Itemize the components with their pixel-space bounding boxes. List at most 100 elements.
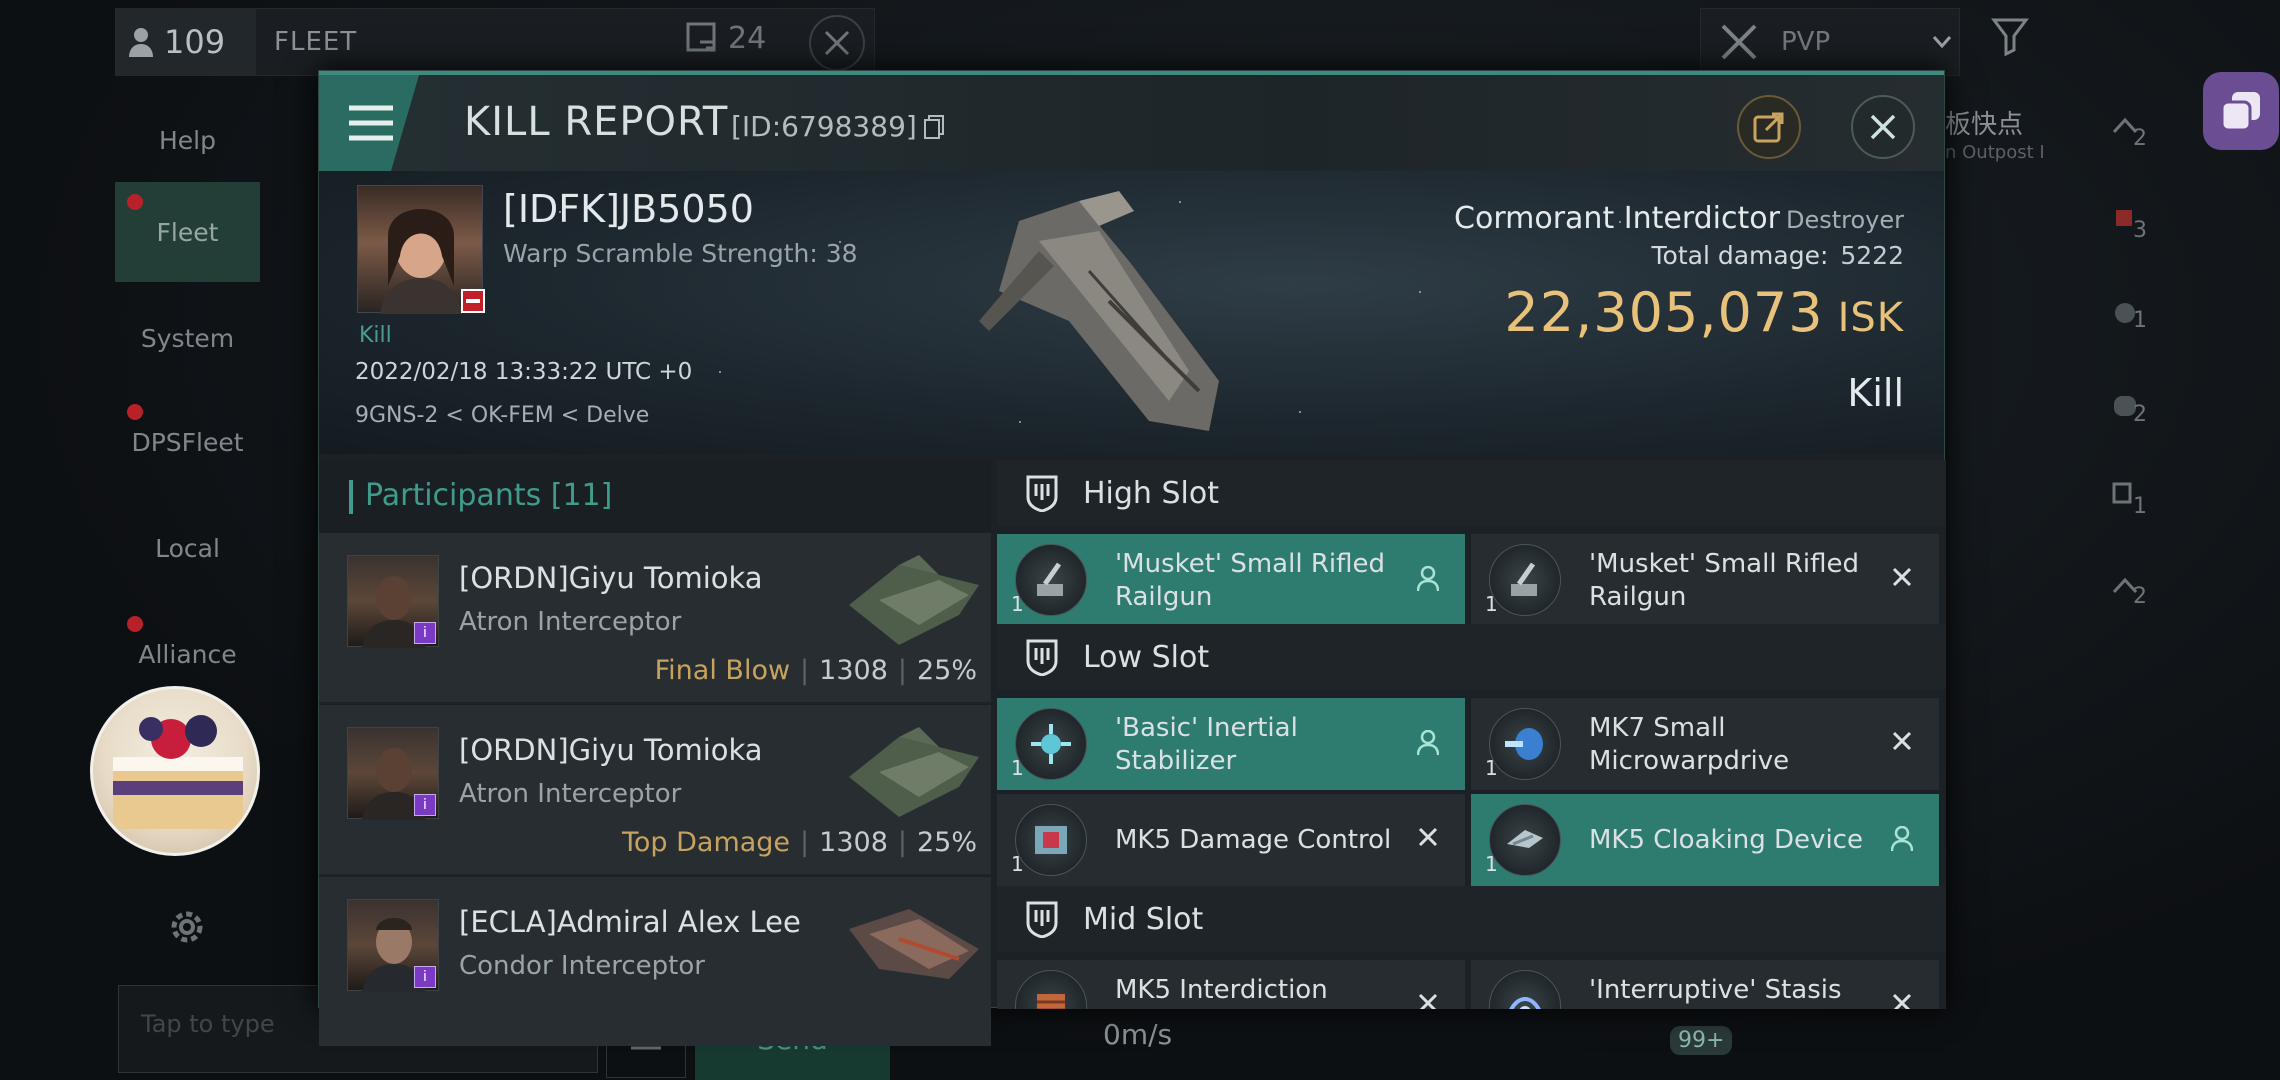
close-icon <box>1868 112 1898 142</box>
destroyed-x-icon <box>1891 566 1913 588</box>
station-shortcut-label[interactable]: 板快点 <box>1945 104 2023 141</box>
participant-stats: Top Damage | 1308 | 25% <box>621 827 977 858</box>
damage-control-icon <box>1015 804 1087 876</box>
high-slot-header: High Slot <box>997 460 1946 526</box>
participant-portrait[interactable]: i <box>347 727 439 820</box>
shield-slot-icon <box>1025 900 1059 938</box>
stasis-icon <box>1489 970 1561 1009</box>
kill-location[interactable]: 9GNS-2 < OK-FEM < Delve <box>355 403 649 428</box>
close-button[interactable] <box>1851 95 1915 159</box>
dropped-person-icon <box>1417 730 1439 756</box>
hostile-status-icon <box>461 289 485 313</box>
overview-count-3: 1 <box>2133 308 2147 333</box>
participant-row[interactable]: i [ECLA]Admiral Alex Lee Condor Intercep… <box>319 876 991 1046</box>
copy-icon[interactable] <box>923 114 945 140</box>
module-quantity: 1 <box>1485 852 1498 876</box>
message-icon <box>686 22 720 56</box>
module-item[interactable]: 1 MK5 Damage Control <box>997 794 1465 886</box>
interdiction-icon <box>1015 970 1087 1009</box>
participant-ship: Condor Interceptor <box>459 951 705 981</box>
module-name: MK5 Damage Control <box>1115 825 1392 855</box>
overview-count-1: 2 <box>2133 126 2147 151</box>
crossed-swords-icon <box>1719 22 1759 62</box>
cloaking-icon <box>1489 804 1561 876</box>
chat-close-button[interactable] <box>809 15 865 71</box>
share-button[interactable] <box>1737 95 1801 159</box>
victim-ship-name[interactable]: Cormorant Interdictor Destroyer <box>1454 201 1904 236</box>
overview-count-4: 2 <box>2133 402 2147 427</box>
participants-header: Participants [11] <box>319 460 991 532</box>
module-name: 'Basic' Inertial Stabilizer <box>1115 713 1298 776</box>
participant-row[interactable]: i [ORDN]Giyu Tomioka Atron Interceptor F… <box>319 532 991 702</box>
rank-badge-icon: i <box>414 966 436 988</box>
victim-ship-image <box>959 181 1259 454</box>
participant-ship-image <box>839 717 989 831</box>
participant-row[interactable]: i [ORDN]Giyu Tomioka Atron Interceptor T… <box>319 704 991 874</box>
module-item[interactable]: 1 'Interruptive' Stasis <box>1471 960 1939 1009</box>
module-quantity: 1 <box>1011 756 1024 780</box>
module-item[interactable]: 1 'Basic' Inertial Stabilizer <box>997 698 1465 790</box>
isk-value: 22,305,073 ISK <box>1504 281 1904 344</box>
sidebar-item-local[interactable]: Local <box>115 498 260 598</box>
member-count[interactable]: 109 <box>116 9 256 75</box>
participants-list[interactable]: Participants [11] i [ORDN]Giyu Tomioka A… <box>319 460 991 1046</box>
share-icon <box>1752 110 1786 144</box>
speed-readout: 0m/s <box>1103 1018 1173 1051</box>
dropped-person-icon <box>1417 566 1439 592</box>
participant-portrait[interactable]: i <box>347 899 439 992</box>
module-item[interactable]: 1 'Musket' Small Rifled Railgun <box>1471 534 1939 626</box>
module-quantity: 1 <box>1485 756 1498 780</box>
sidebar-item-help[interactable]: Help <box>115 90 260 190</box>
sidebar-item-fleet[interactable]: Fleet <box>115 182 260 282</box>
filter-icon[interactable] <box>1990 16 2030 56</box>
kill-report-panel: KILL REPORT [ID:6798389] [IDFK]JB5050 Wa… <box>318 70 1946 1046</box>
kill-timestamp: 2022/02/18 13:33:22 UTC +0 <box>355 359 693 385</box>
module-name: 'Musket' Small Rifled Railgun <box>1589 549 1859 612</box>
module-item[interactable]: 1 MK5 Cloaking Device <box>1471 794 1939 886</box>
total-damage: Total damage: 5222 <box>1651 241 1905 270</box>
hamburger-icon <box>347 104 395 142</box>
victim-banner: [IDFK]JB5050 Warp Scramble Strength: 38 … <box>319 171 1944 454</box>
module-quantity: 1 <box>1011 592 1024 616</box>
participant-ship-image <box>839 545 989 659</box>
module-name: 'Interruptive' Stasis <box>1589 975 1842 1005</box>
module-count-badge: 99+ <box>1670 1026 1733 1055</box>
page-title: KILL REPORT <box>464 99 729 145</box>
participant-ship-image <box>839 889 989 1003</box>
station-shortcut-sub: n Outpost I <box>1945 142 2045 163</box>
unread-dot <box>127 616 143 632</box>
overview-count-5: 1 <box>2133 494 2147 519</box>
rank-badge-icon: i <box>414 622 436 644</box>
overview-count-6: 2 <box>2133 584 2147 609</box>
pvp-filter-dropdown[interactable]: PVP <box>1700 8 1960 76</box>
window-switch-icon[interactable] <box>2203 72 2279 150</box>
floating-avatar-bubble[interactable] <box>90 686 260 856</box>
mid-slot-header: Mid Slot <box>997 886 1946 952</box>
report-id[interactable]: [ID:6798389] <box>731 110 945 143</box>
module-item[interactable]: 1 MK5 Interdiction <box>997 960 1465 1009</box>
rank-badge-icon: i <box>414 794 436 816</box>
victim-name[interactable]: [IDFK]JB5050 <box>503 187 754 231</box>
warp-scramble-strength: Warp Scramble Strength: 38 <box>503 239 858 268</box>
participant-name: [ORDN]Giyu Tomioka <box>459 561 763 595</box>
fitting-modules[interactable]: High Slot 1 'Musket' Small Rifled Railgu… <box>997 460 1946 1009</box>
report-result: Kill <box>1847 371 1904 415</box>
microwarpdrive-icon <box>1489 708 1561 780</box>
module-item[interactable]: 1 MK7 Small Microwarpdrive <box>1471 698 1939 790</box>
fleet-channel-tab[interactable]: FLEET <box>274 27 357 57</box>
module-quantity: 1 <box>1011 852 1024 876</box>
unread-dot <box>127 194 143 210</box>
participant-portrait[interactable]: i <box>347 555 439 648</box>
message-counter[interactable]: 24 <box>686 21 766 56</box>
sidebar-item-system[interactable]: System <box>115 288 260 388</box>
destroyed-x-icon <box>1417 992 1439 1009</box>
menu-button[interactable] <box>319 75 419 171</box>
module-item[interactable]: 1 'Musket' Small Rifled Railgun <box>997 534 1465 626</box>
module-name: MK5 Interdiction <box>1115 975 1328 1005</box>
gear-icon[interactable] <box>165 905 209 949</box>
sidebar-item-dpsfleet[interactable]: DPSFleet <box>115 392 260 492</box>
module-name: MK5 Cloaking Device <box>1589 825 1863 855</box>
participant-stats: Final Blow | 1308 | 25% <box>654 655 977 686</box>
dropped-person-icon <box>1891 826 1913 852</box>
close-icon <box>822 28 852 58</box>
